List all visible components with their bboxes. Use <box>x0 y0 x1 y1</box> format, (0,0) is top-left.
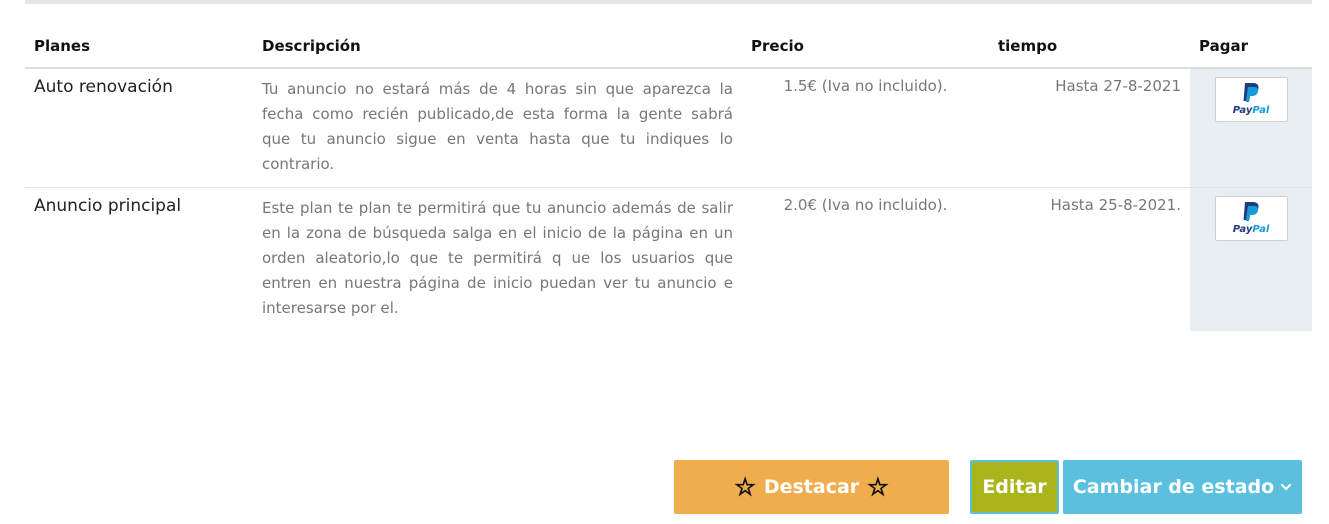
table-header-row: Planes Descripción Precio tiempo Pagar <box>25 24 1312 69</box>
top-divider <box>25 0 1312 4</box>
plan-name: Auto renovación <box>25 68 253 188</box>
plan-time: Hasta 25-8-2021. <box>1050 196 1181 214</box>
destacar-label: Destacar <box>763 476 860 498</box>
paypal-logo-icon <box>1243 83 1259 102</box>
action-bar: ☆ Destacar ☆ Editar Cambiar de estado <box>0 460 1329 514</box>
table-row: Anuncio principal Este plan te plan te p… <box>25 187 1312 331</box>
header-pagar: Pagar <box>1190 24 1312 69</box>
plan-price: 1.5€ (Iva no incluido). <box>742 68 989 188</box>
plan-description: Tu anuncio no estará más de 4 horas sin … <box>253 68 742 188</box>
plan-description: Este plan te plan te permitirá que tu an… <box>262 199 733 317</box>
header-tiempo: tiempo <box>989 24 1190 69</box>
pay-cell: PayPal <box>1190 68 1312 188</box>
paypal-button[interactable]: PayPal <box>1214 77 1288 122</box>
paypal-text: PayPal <box>1216 224 1287 235</box>
plan-price: 2.0€ (Iva no incluido). <box>783 196 948 214</box>
paypal-label: PayPal <box>1232 105 1270 116</box>
editar-label: Editar <box>982 476 1047 498</box>
star-icon: ☆ <box>867 473 889 501</box>
pay-cell: PayPal <box>1190 187 1312 331</box>
chevron-down-icon <box>1281 483 1292 491</box>
plans-table: Planes Descripción Precio tiempo Pagar A… <box>25 24 1312 331</box>
plan-time: Hasta 27-8-2021 <box>989 68 1190 188</box>
paypal-label: PayPal <box>1232 224 1270 235</box>
header-precio: Precio <box>742 24 989 69</box>
editar-button[interactable]: Editar <box>970 460 1059 514</box>
paypal-text: PayPal <box>1216 105 1287 116</box>
star-icon: ☆ <box>734 473 756 501</box>
plan-name: Anuncio principal <box>34 196 182 216</box>
destacar-button[interactable]: ☆ Destacar ☆ <box>674 460 949 514</box>
cambiar-estado-label: Cambiar de estado <box>1072 476 1275 498</box>
table-row: Auto renovación Tu anuncio no estará más… <box>25 68 1312 188</box>
paypal-logo-icon <box>1243 202 1259 221</box>
cambiar-estado-button[interactable]: Cambiar de estado <box>1063 460 1302 514</box>
header-planes: Planes <box>25 24 253 69</box>
paypal-button[interactable]: PayPal <box>1214 196 1288 241</box>
header-descripcion: Descripción <box>253 24 742 69</box>
